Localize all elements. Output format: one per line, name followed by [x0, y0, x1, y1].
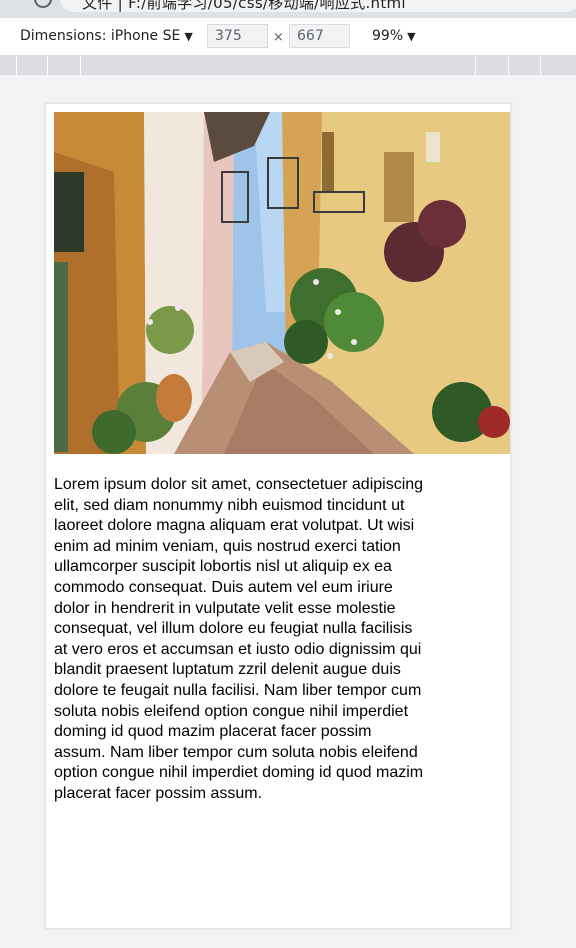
- width-input[interactable]: 375: [207, 24, 268, 48]
- ruler-divider: [47, 56, 48, 75]
- reload-icon[interactable]: [34, 0, 52, 8]
- times-symbol: ×: [273, 30, 284, 45]
- caret-down-icon: ▼: [184, 30, 193, 43]
- url-text[interactable]: 文件 | F:/前端学习/05/css/移动端/响应式.html: [82, 0, 406, 13]
- street-photo: [54, 112, 510, 454]
- media-query-ruler[interactable]: [0, 56, 576, 75]
- zoom-label: 99%: [372, 28, 404, 44]
- zoom-select[interactable]: 99% ▼: [372, 28, 416, 44]
- ruler-divider: [508, 56, 509, 75]
- ruler-divider: [475, 56, 476, 75]
- lorem-paragraph: Lorem ipsum dolor sit amet, consectetuer…: [54, 476, 424, 802]
- ruler-divider: [16, 56, 17, 75]
- address-bar: 文件 | F:/前端学习/05/css/移动端/响应式.html: [0, 0, 576, 18]
- caret-down-icon: ▼: [407, 30, 416, 43]
- device-screen: Lorem ipsum dolor sit amet, consectetuer…: [45, 103, 511, 929]
- height-input[interactable]: 667: [289, 24, 350, 48]
- device-select-label: Dimensions: iPhone SE: [20, 28, 181, 44]
- street-photo-illustration: [54, 112, 510, 454]
- ruler-divider: [80, 56, 81, 75]
- ruler-divider: [540, 56, 541, 75]
- device-select[interactable]: Dimensions: iPhone SE ▼: [20, 28, 193, 44]
- device-toolbar: Dimensions: iPhone SE ▼ 375 × 667 99% ▼: [0, 18, 576, 56]
- device-viewport: Lorem ipsum dolor sit amet, consectetuer…: [0, 75, 576, 948]
- back-arrow-icon[interactable]: [0, 0, 12, 8]
